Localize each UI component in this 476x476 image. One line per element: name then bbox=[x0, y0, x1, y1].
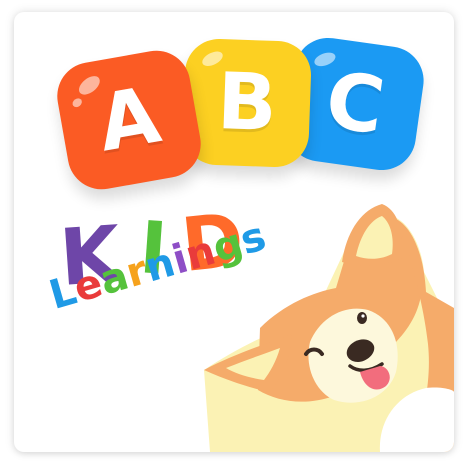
corgi-mascot bbox=[204, 204, 454, 452]
app-icon-card: C B A K I D Learnings bbox=[14, 12, 454, 452]
corgi-right-eye-icon bbox=[357, 312, 367, 324]
corgi-body bbox=[204, 204, 454, 452]
